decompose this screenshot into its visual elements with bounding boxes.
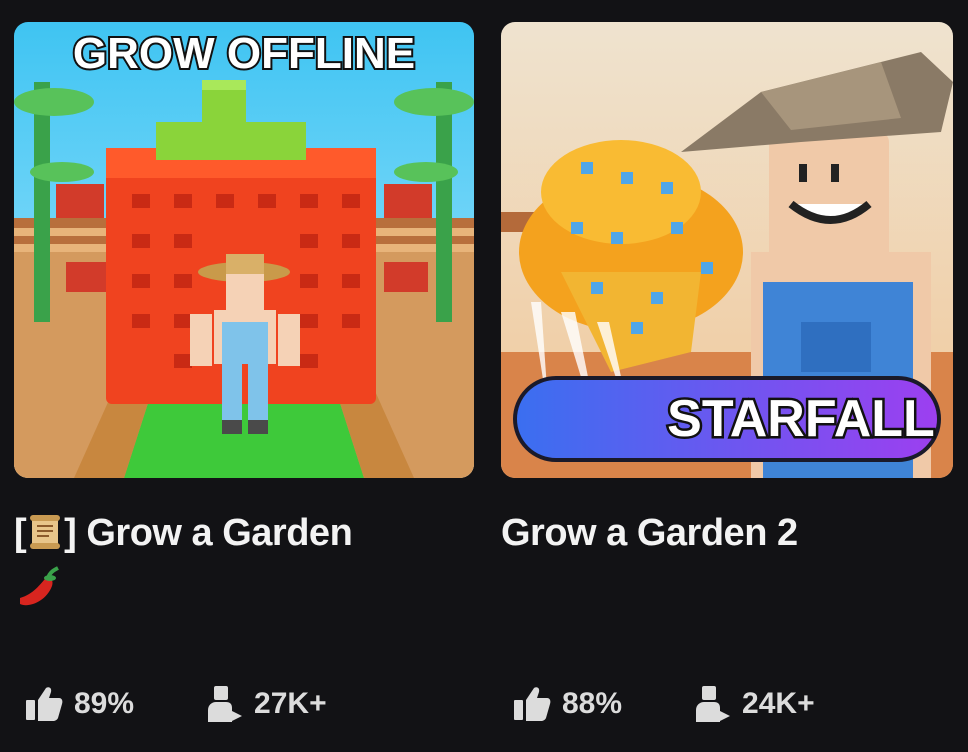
rating-stat: 88% <box>512 684 622 724</box>
game-stats: 89% 27K+ <box>24 684 327 724</box>
player-count-icon <box>208 686 243 722</box>
game-title[interactable]: Grow a Garden 2 <box>501 508 953 558</box>
game-thumbnail[interactable]: GROW OFFLINE <box>14 22 474 478</box>
thumbnail-banner-text: STARFALL <box>667 390 935 448</box>
title-bracket-open: [ <box>14 512 27 554</box>
thumbs-up-icon <box>26 687 63 721</box>
players-stat: 27K+ <box>204 684 327 724</box>
thumbnail-image-starfall-farmer: STARFALL <box>501 22 953 478</box>
thumbs-up-icon <box>514 687 551 721</box>
game-title[interactable]: [] Grow a Garden <box>14 508 474 612</box>
players-value: 27K+ <box>254 687 327 720</box>
pepper-icon <box>20 566 59 606</box>
game-thumbnail[interactable]: STARFALL <box>501 22 953 478</box>
title-bracket-close: ] <box>64 512 77 554</box>
player-count-icon <box>696 686 731 722</box>
game-title-text: Grow a Garden <box>86 512 353 554</box>
players-value: 24K+ <box>742 687 815 720</box>
scroll-icon <box>30 515 61 549</box>
rating-value: 88% <box>562 687 623 720</box>
thumbnail-image-strawberry-farmer: GROW OFFLINE <box>14 22 474 478</box>
game-title-text: Grow a Garden 2 <box>501 512 798 554</box>
thumbnail-banner-text: GROW OFFLINE <box>73 29 415 78</box>
game-card-grow-a-garden-2[interactable]: STARFALL Grow a Garden 2 <box>501 22 953 558</box>
game-card-grow-a-garden[interactable]: GROW OFFLINE [] Grow a Garden <box>14 22 474 612</box>
game-stats: 88% 24K+ <box>512 684 815 724</box>
rating-value: 89% <box>74 687 135 720</box>
players-stat: 24K+ <box>692 684 815 724</box>
rating-stat: 89% <box>24 684 134 724</box>
